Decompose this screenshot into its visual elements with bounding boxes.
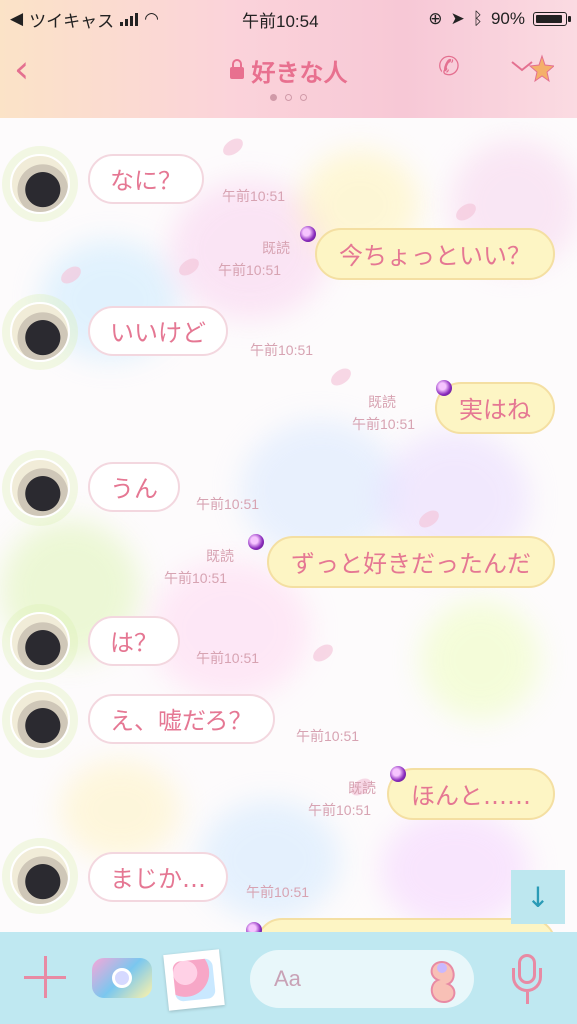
message-time: 午前10:51 [196,650,260,666]
message-time: 午前10:51 [196,496,260,512]
chat-title: 好きな人 [229,53,348,88]
bluetooth-icon: ᛒ [472,9,483,28]
message-time: 午前10:51 [218,262,282,278]
message-bubble-outgoing[interactable]: 今ちょっといい？ [315,228,555,280]
back-chevron-icon[interactable]: ‹ [14,50,29,88]
message-time: 午前10:51 [246,884,310,900]
page-indicator [0,94,577,101]
avatar[interactable] [10,302,70,362]
status-bar: ◀ ツイキャス ◠ 午前10:54 ⊕ ➤ ᛒ 90% [0,0,577,38]
sticker-deco-icon[interactable] [420,958,464,1006]
chevron-down-icon[interactable] [508,54,556,84]
avatar[interactable] [10,154,70,214]
message-bubble-incoming[interactable]: え、嘘だろ？ [88,694,275,744]
read-receipt: 既読 [262,241,290,257]
gem-icon [248,534,264,550]
message-bubble-incoming[interactable]: なに？ [88,154,204,204]
message-bubble-incoming[interactable]: いいけど [88,306,228,356]
camera-icon[interactable] [92,958,152,998]
gem-icon [300,226,316,242]
read-receipt: 既読 [368,395,396,411]
gem-icon [436,380,452,396]
message-time: 午前10:51 [296,728,360,744]
rotation-lock-icon: ⊕ [428,9,443,28]
back-to-app-icon[interactable]: ◀ [10,9,23,29]
composer-bar: Aa [0,932,577,1024]
wifi-icon: ◠ [144,9,159,28]
phone-icon[interactable]: ✆ [438,52,460,82]
scroll-down-button[interactable]: ↓ [511,870,565,924]
message-bubble-outgoing[interactable]: 実はね [435,382,555,434]
gem-icon [390,766,406,782]
lock-icon [229,59,244,79]
nav-bar: ‹ 好きな人 ✆ [0,40,577,100]
microphone-icon[interactable] [510,954,546,1010]
plus-icon[interactable] [22,954,68,1000]
message-time: 午前10:51 [164,570,228,586]
chat-title-label: 好きな人 [251,58,348,87]
sticker-icon[interactable] [163,949,225,1011]
message-bubble-outgoing[interactable]: ずっと好きだったんだ [267,536,555,588]
message-time: 午前10:51 [222,188,286,204]
message-bubble-incoming[interactable]: まじか… [88,852,228,902]
message-bubble-outgoing[interactable]: ほんと…… [387,768,555,820]
battery-percent: 90% [490,9,525,28]
avatar[interactable] [10,458,70,518]
arrow-down-icon: ↓ [526,880,550,914]
avatar[interactable] [10,846,70,906]
read-receipt: 既読 [206,549,234,565]
status-time: 午前10:54 [242,11,319,31]
read-receipt: 既読 [348,781,376,797]
message-time: 午前10:51 [352,416,416,432]
message-list[interactable]: なに？ 午前10:51 既読 午前10:51 今ちょっといい？ いいけど 午前1… [0,118,577,958]
page-dot[interactable] [300,94,307,101]
message-time: 午前10:51 [308,802,372,818]
message-time: 午前10:51 [250,342,314,358]
message-bubble-incoming[interactable]: うん [88,462,180,512]
avatar[interactable] [10,690,70,750]
back-to-app-label[interactable]: ツイキャス [29,7,114,32]
message-bubble-incoming[interactable]: は？ [88,616,180,666]
page-dot[interactable] [270,94,277,101]
battery-icon [533,12,571,26]
page-dot[interactable] [285,94,292,101]
location-icon: ➤ [450,9,465,28]
avatar[interactable] [10,612,70,672]
signal-icon [120,12,139,26]
